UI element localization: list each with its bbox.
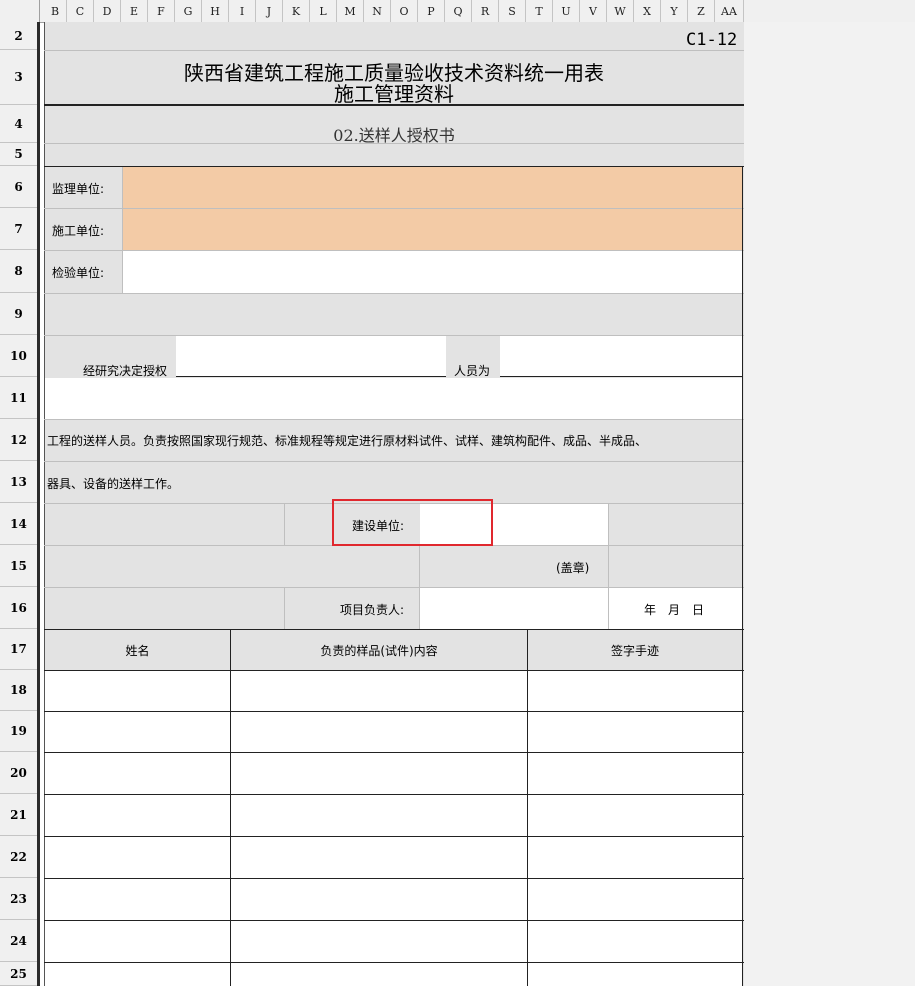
project-lead-label: 项目负责人:	[340, 603, 405, 617]
row-header-6[interactable]: 6	[0, 166, 37, 208]
row-line	[44, 419, 744, 420]
table-col-divider	[527, 629, 528, 986]
column-header-d[interactable]: D	[94, 0, 121, 22]
row-header-14[interactable]: 14	[0, 503, 37, 545]
table-row-line	[44, 794, 744, 795]
row-line	[44, 208, 744, 209]
authorized-project-input[interactable]	[176, 336, 446, 377]
select-all-corner[interactable]	[0, 0, 40, 22]
row-header-23[interactable]: 23	[0, 878, 37, 920]
column-header-x[interactable]: X	[634, 0, 661, 22]
authorization-text-line1: 工程的送样人员。负责按照国家现行规范、标准规程等规定进行原材料试件、试样、建筑构…	[47, 434, 648, 448]
table-col-divider	[230, 629, 231, 986]
column-header-v[interactable]: V	[580, 0, 607, 22]
project-name-input[interactable]	[45, 378, 743, 419]
table-row-line	[44, 836, 744, 837]
row-header-7[interactable]: 7	[0, 208, 37, 250]
row-header-16[interactable]: 16	[0, 587, 37, 629]
inspection-unit-input[interactable]	[123, 251, 743, 293]
row-header-11[interactable]: 11	[0, 377, 37, 419]
row-header-9[interactable]: 9	[0, 293, 37, 335]
row-header-3[interactable]: 3	[0, 50, 37, 105]
authorized-person-input[interactable]	[500, 336, 743, 377]
construction-unit-label: 施工单位:	[52, 224, 105, 238]
row-header-13[interactable]: 13	[0, 461, 37, 503]
row-header-22[interactable]: 22	[0, 836, 37, 878]
row-header-8[interactable]: 8	[0, 250, 37, 293]
table-body	[45, 671, 743, 986]
row-header-2[interactable]: 2	[0, 22, 37, 50]
form-code: C1-12	[686, 30, 738, 50]
column-header-f[interactable]: F	[148, 0, 175, 22]
table-top-border	[44, 629, 744, 630]
column-header-c[interactable]: C	[67, 0, 94, 22]
row-header-10[interactable]: 10	[0, 335, 37, 377]
column-header-b[interactable]: B	[44, 0, 67, 22]
column-header-i[interactable]: I	[229, 0, 256, 22]
table-row-line	[44, 670, 744, 671]
column-header-u[interactable]: U	[553, 0, 580, 22]
column-header-w[interactable]: W	[607, 0, 634, 22]
table-header-signature: 签字手迹	[610, 644, 659, 658]
row-header-12[interactable]: 12	[0, 419, 37, 461]
column-header-p[interactable]: P	[418, 0, 445, 22]
table-row-line	[44, 711, 744, 712]
table-row-line	[44, 962, 744, 963]
column-header-o[interactable]: O	[391, 0, 418, 22]
row-header-25[interactable]: 25	[0, 962, 37, 986]
row-header-20[interactable]: 20	[0, 752, 37, 794]
column-header-l[interactable]: L	[310, 0, 337, 22]
construction-unit-input[interactable]	[123, 209, 743, 251]
form-subtitle: 02.送样人授权书	[333, 126, 455, 145]
column-header-z[interactable]: Z	[688, 0, 715, 22]
column-header-g[interactable]: G	[175, 0, 202, 22]
column-header-r[interactable]: R	[472, 0, 499, 22]
form-title-line2: 施工管理资料	[334, 82, 454, 106]
authorization-text-line2: 器具、设备的送样工作。	[47, 477, 180, 491]
column-header-aa[interactable]: AA	[715, 0, 744, 22]
row-header-4[interactable]: 4	[0, 105, 37, 143]
inspection-unit-label: 检验单位:	[52, 266, 105, 280]
row-header-17[interactable]: 17	[0, 629, 37, 670]
sheet-outside-area	[744, 22, 915, 986]
table-row-line	[44, 878, 744, 879]
column-header-n[interactable]: N	[364, 0, 391, 22]
row-line	[44, 50, 744, 51]
cell-line	[284, 504, 285, 545]
column-header-s[interactable]: S	[499, 0, 526, 22]
authorize-label: 经研究决定授权	[83, 364, 168, 378]
column-header-m[interactable]: M	[337, 0, 364, 22]
row-line	[44, 461, 744, 462]
row-line	[44, 250, 744, 251]
project-lead-input[interactable]	[420, 588, 608, 629]
column-header-y[interactable]: Y	[661, 0, 688, 22]
seal-label: (盖章)	[556, 561, 590, 575]
active-cell-selection[interactable]	[332, 499, 493, 546]
row-header-15[interactable]: 15	[0, 545, 37, 587]
column-header-e[interactable]: E	[121, 0, 148, 22]
cell-line	[284, 588, 285, 629]
table-row-line	[44, 920, 744, 921]
row-line	[44, 293, 744, 294]
column-header-q[interactable]: Q	[445, 0, 472, 22]
supervision-unit-label: 监理单位:	[52, 182, 105, 196]
column-header-t[interactable]: T	[526, 0, 553, 22]
row-header-18[interactable]: 18	[0, 670, 37, 711]
frozen-pane-divider[interactable]	[37, 22, 40, 986]
person-label: 人员为	[454, 364, 491, 378]
column-header-j[interactable]: J	[256, 0, 283, 22]
table-header-name: 姓名	[125, 644, 150, 658]
supervision-unit-input[interactable]	[123, 167, 743, 209]
row-header-21[interactable]: 21	[0, 794, 37, 836]
table-header-content: 负责的样品(试件)内容	[320, 644, 438, 658]
row-header-5[interactable]: 5	[0, 143, 37, 166]
form-right-border	[742, 166, 743, 986]
column-header-k[interactable]: K	[283, 0, 310, 22]
date-label: 年 月 日	[644, 603, 705, 617]
row-header-24[interactable]: 24	[0, 920, 37, 962]
row-header-19[interactable]: 19	[0, 711, 37, 752]
table-row-line	[44, 752, 744, 753]
label-divider	[122, 167, 123, 293]
column-header-h[interactable]: H	[202, 0, 229, 22]
